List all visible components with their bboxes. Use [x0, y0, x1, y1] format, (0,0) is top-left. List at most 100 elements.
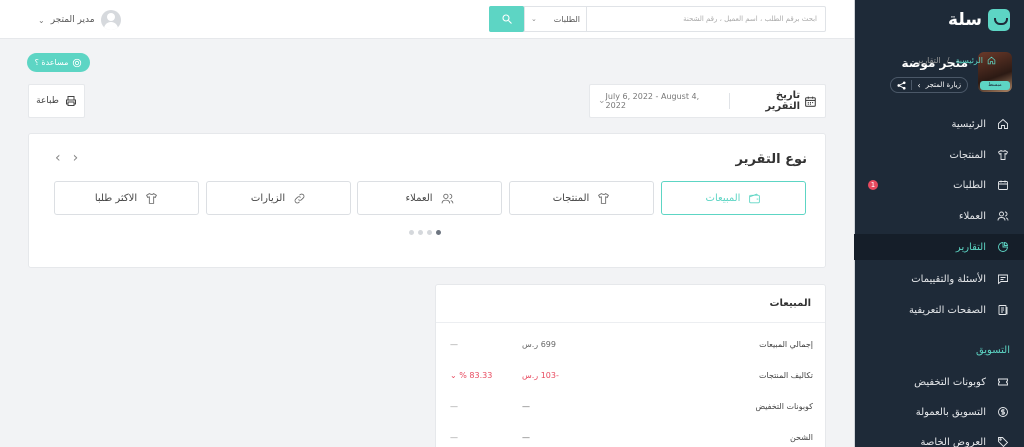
logo-icon	[988, 9, 1010, 31]
report-type-products[interactable]: المنتجات	[509, 181, 654, 215]
row-change: —	[450, 402, 458, 411]
home-icon	[996, 117, 1010, 131]
chevron-down-icon: ⌄	[598, 96, 606, 106]
dollar-icon	[996, 405, 1010, 419]
carousel-pagination	[409, 230, 441, 235]
date-range-filter[interactable]: تاريخ التقرير July 6, 2022 - August 4, 2…	[589, 84, 826, 118]
store-avatar-badge: مبسط	[980, 81, 1010, 90]
report-type-label: الزيارات	[250, 192, 286, 204]
search-scope-label: الطلبات	[553, 14, 580, 24]
sidebar-item-label: كوبونات التخفيض	[914, 376, 986, 388]
report-type-label: المنتجات	[552, 192, 590, 204]
search-input[interactable]	[587, 7, 825, 31]
chevron-left-icon[interactable]: ‹	[55, 150, 61, 166]
sidebar-item-label: المنتجات	[949, 149, 986, 161]
report-type-card: نوع التقرير ‹ › المبيعات المنتجات العملا…	[28, 133, 826, 268]
table-row: إجمالي المبيعات 699 ر.س —	[436, 333, 827, 361]
report-type-label: العملاء	[405, 192, 433, 204]
arrow-down-icon: ⌄	[450, 371, 457, 380]
chevron-down-icon: ⌄	[38, 15, 45, 25]
wallet-icon	[749, 193, 761, 203]
date-filter-label: تاريخ التقرير	[765, 90, 801, 112]
sidebar-item-reviews[interactable]: الأسئلة والتقييمات	[854, 266, 1024, 292]
sidebar-item-label: العملاء	[958, 210, 986, 222]
table-row: كوبونات التخفيض — —	[436, 395, 827, 423]
orders-count-badge: 1	[868, 180, 878, 190]
search-icon	[501, 14, 512, 24]
user-menu[interactable]: مدير المتجر ⌄	[38, 10, 121, 30]
search-scope-select[interactable]: الطلبات ⌄	[524, 7, 587, 31]
breadcrumb-home-label: الرئيسية	[955, 56, 983, 65]
sidebar-item-customers[interactable]: العملاء	[854, 203, 1024, 229]
sidebar-item-reports[interactable]: التقارير	[854, 234, 1024, 260]
breadcrumb-separator: /	[946, 56, 950, 65]
carousel-dot[interactable]	[409, 230, 414, 235]
ticket-icon	[996, 375, 1010, 389]
home-icon	[987, 56, 996, 65]
carousel-dot-active[interactable]	[436, 230, 441, 235]
chevron-down-icon: ⌄	[531, 15, 537, 23]
row-change-value: % 83.33	[459, 371, 493, 380]
print-button[interactable]: طباعة	[28, 84, 85, 118]
sidebar-item-label: العروض الخاصة	[920, 436, 986, 447]
sales-summary-card: المبيعات إجمالي المبيعات 699 ر.س — تكالي…	[435, 284, 826, 447]
sidebar: سلة مبسط متجر موضة زيارة المتجر › الرئيس…	[854, 0, 1024, 447]
sidebar-item-home[interactable]: الرئيسية	[854, 111, 1024, 137]
user-name: مدير المتجر	[50, 15, 95, 25]
row-label: الشحن	[789, 433, 813, 442]
visit-store-label: زيارة المتجر	[925, 81, 961, 89]
date-range-value: July 6, 2022 - August 4, 2022	[605, 92, 700, 110]
report-type-label: الاكثر طلبا	[94, 192, 138, 204]
row-value: 699 ر.س	[522, 340, 556, 349]
report-type-best-sellers[interactable]: الاكثر طلبا	[54, 181, 199, 215]
carousel-dot[interactable]	[427, 230, 432, 235]
divider	[729, 93, 731, 109]
users-icon	[996, 209, 1010, 223]
lifebuoy-icon	[73, 58, 82, 67]
chevron-right-icon[interactable]: ›	[73, 150, 79, 166]
report-type-customers[interactable]: العملاء	[357, 181, 502, 215]
tag-icon	[996, 435, 1010, 447]
sidebar-item-label: التسويق بالعمولة	[915, 406, 986, 418]
sidebar-item-affiliate[interactable]: التسويق بالعمولة	[854, 399, 1024, 425]
sidebar-item-coupons[interactable]: كوبونات التخفيض	[854, 369, 1024, 395]
breadcrumb-current: التقارير	[916, 56, 941, 65]
search-bar: الطلبات ⌄	[489, 6, 826, 32]
search-button[interactable]	[489, 6, 524, 32]
breadcrumb: الرئيسية / التقارير	[917, 56, 996, 65]
salla-logo[interactable]: سلة	[948, 8, 1010, 32]
report-type-label: المبيعات	[705, 192, 741, 204]
report-type-visits[interactable]: الزيارات	[206, 181, 351, 215]
sidebar-item-pages[interactable]: الصفحات التعريفية	[854, 297, 1024, 323]
calendar-icon	[805, 96, 816, 107]
printer-icon	[65, 96, 76, 106]
sidebar-item-label: الطلبات	[953, 179, 986, 191]
shirt-icon	[996, 148, 1010, 162]
breadcrumb-home[interactable]: الرئيسية	[955, 56, 996, 65]
shirt-icon	[598, 192, 610, 204]
user-avatar	[100, 10, 121, 30]
pages-icon	[996, 303, 1010, 317]
row-label: إجمالي المبيعات	[759, 340, 813, 349]
sidebar-item-special-offers[interactable]: العروض الخاصة	[854, 429, 1024, 447]
report-type-sales[interactable]: المبيعات	[661, 181, 806, 215]
row-value: —	[522, 433, 530, 442]
calendar-icon	[996, 178, 1010, 192]
link-icon	[294, 193, 305, 203]
topbar: الطلبات ⌄ مدير المتجر ⌄	[0, 0, 854, 39]
sidebar-item-orders[interactable]: الطلبات 1	[854, 172, 1024, 198]
carousel-dot[interactable]	[418, 230, 423, 235]
visit-store-button[interactable]: زيارة المتجر ›	[890, 77, 968, 93]
share-icon[interactable]	[897, 80, 906, 90]
row-value: -103 ر.س	[522, 371, 559, 380]
sidebar-item-products[interactable]: المنتجات	[854, 142, 1024, 168]
help-button[interactable]: مساعدة ؟	[27, 53, 90, 72]
sidebar-item-label: الرئيسية	[951, 118, 986, 130]
sidebar-item-label: الصفحات التعريفية	[908, 304, 986, 316]
sidebar-item-label: التقارير	[955, 241, 986, 253]
sidebar-item-label: الأسئلة والتقييمات	[911, 273, 986, 285]
marketing-section-heading: التسويق	[975, 345, 1010, 356]
sales-summary-title: المبيعات	[436, 285, 825, 323]
pie-chart-icon	[996, 240, 1010, 254]
divider	[911, 80, 913, 90]
